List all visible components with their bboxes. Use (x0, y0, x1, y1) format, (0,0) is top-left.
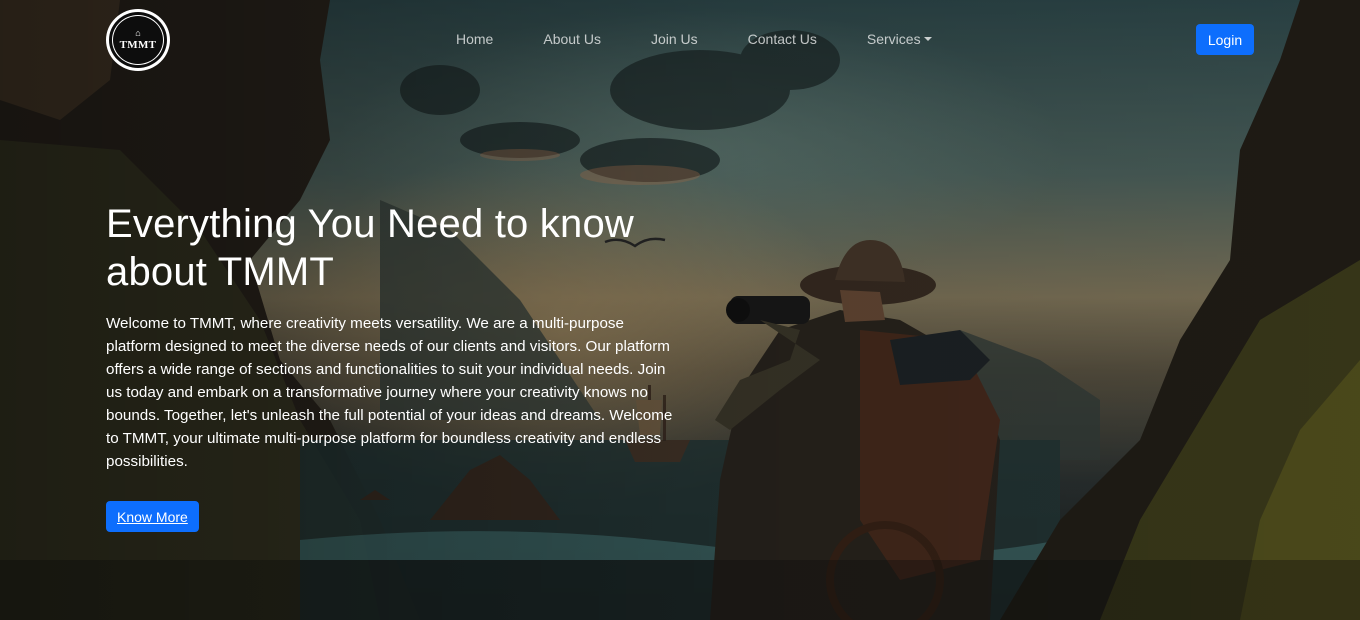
nav-link-join-us[interactable]: Join Us (651, 31, 698, 47)
hero-content: Everything You Need to know about TMMT W… (106, 200, 676, 532)
brand-logo[interactable]: ⌂ TMMT (106, 9, 170, 71)
nav-services-label: Services (866, 31, 921, 47)
login-button[interactable]: Login (1196, 24, 1254, 55)
nav-link-contact-us[interactable]: Contact Us (748, 31, 817, 47)
logo-ring: ⌂ TMMT (112, 15, 164, 65)
nav-links: Home About Us Join Us Contact Us Service… (456, 31, 932, 47)
navbar: ⌂ TMMT Home About Us Join Us Contact Us … (0, 0, 1360, 80)
nav-dropdown-services[interactable]: Services (867, 31, 932, 47)
house-icon: ⌂ (135, 28, 141, 38)
caret-down-icon (923, 37, 932, 41)
know-more-button[interactable]: Know More (106, 501, 199, 532)
nav-link-about-us[interactable]: About Us (543, 31, 601, 47)
hero-description: Welcome to TMMT, where creativity meets … (106, 315, 673, 470)
nav-link-home[interactable]: Home (456, 31, 493, 47)
logo-text: TMMT (119, 39, 157, 51)
hero-section: ⌂ TMMT Home About Us Join Us Contact Us … (0, 0, 1360, 620)
hero-title: Everything You Need to know about TMMT (106, 202, 634, 294)
